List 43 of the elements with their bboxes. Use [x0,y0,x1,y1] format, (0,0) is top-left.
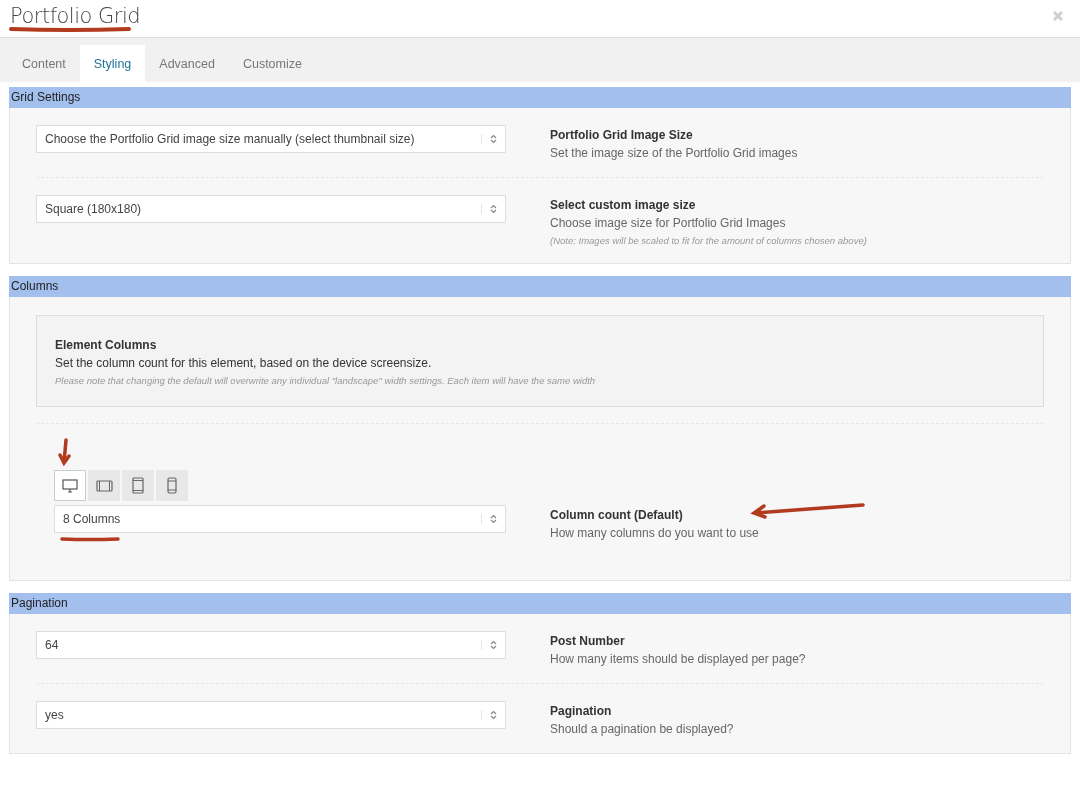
up-down-arrows-icon [481,640,497,650]
monitor-icon [62,478,78,493]
annotation-underline [59,536,121,542]
tablet-landscape-icon [95,479,113,492]
field-label: Column count (Default) [550,508,683,522]
tablet-icon [132,477,144,494]
tab[interactable]: Customize [228,45,316,82]
field-label: Portfolio Grid Image Size [550,128,693,142]
window-title: Portfolio Grid [10,4,141,28]
select-field[interactable]: 64 [36,631,506,659]
up-down-arrows-icon [481,710,497,720]
tablet-device-button[interactable] [122,470,154,501]
phone-icon [167,477,177,494]
select-field[interactable]: 8 Columns [54,505,506,533]
tab[interactable]: Content [8,45,80,82]
section-header: Grid Settings [9,87,1071,108]
select-field[interactable]: Choose the Portfolio Grid image size manually (select thumbnail size) [36,125,506,153]
landscape-device-button[interactable] [88,470,120,501]
info-note: Please note that changing the default will overwrite any individual "landscape" width settings. Each item will have the same width [55,375,597,386]
field-label: Post Number [550,634,625,648]
section-header: Pagination [9,593,1071,614]
field-label: Select custom image size [550,198,696,212]
select-field[interactable]: Square (180x180) [36,195,506,223]
field-description: Set the image size of the Portfolio Grid images [550,146,799,160]
info-title: Element Columns [55,338,158,352]
section-header: Columns [9,276,1071,297]
field-description: Should a pagination be displayed? [550,722,735,736]
desktop-device-button[interactable] [54,470,86,501]
field-label: Pagination [550,704,612,718]
up-down-arrows-icon [481,204,497,214]
field-note: (Note: Images will be scaled to fit for the amount of columns chosen above) [550,235,868,246]
annotation-arrow [58,438,72,466]
tab[interactable]: Advanced [145,45,229,82]
info-description: Set the column count for this element, based on the device screensize. [55,356,433,370]
up-down-arrows-icon [481,514,497,524]
up-down-arrows-icon [481,134,497,144]
phone-device-button[interactable] [156,470,188,501]
tab[interactable]: Styling [79,45,146,82]
field-description: How many columns do you want to use [550,526,760,540]
field-description: Choose image size for Portfolio Grid Images [550,216,787,230]
field-description: How many items should be displayed per page? [550,652,807,666]
select-field[interactable]: yes [36,701,506,729]
close-icon[interactable] [1052,10,1064,22]
